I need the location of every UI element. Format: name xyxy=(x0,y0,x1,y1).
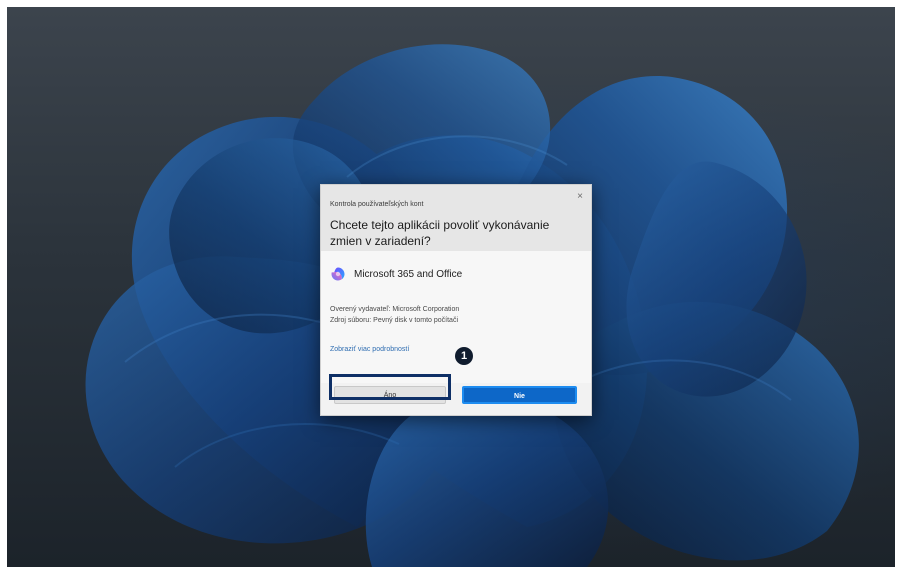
show-more-details-link[interactable]: Zobraziť viac podrobností xyxy=(330,346,409,353)
uac-dialog-title: Kontrola používateľských kont xyxy=(330,201,424,208)
no-button[interactable]: Nie xyxy=(462,386,577,404)
uac-button-bar: Áno Nie xyxy=(321,383,591,415)
yes-button[interactable]: Áno xyxy=(334,386,446,404)
desktop-screen: Kontrola používateľských kont × Chcete t… xyxy=(7,7,895,567)
file-source-text: Zdroj súboru: Pevný disk v tomto počítač… xyxy=(330,317,458,324)
step-number-badge: 1 xyxy=(455,347,473,365)
publisher-text: Overený vydavateľ: Microsoft Corporation xyxy=(330,306,460,313)
close-icon[interactable]: × xyxy=(574,191,586,203)
uac-dialog: Kontrola používateľských kont × Chcete t… xyxy=(320,184,592,416)
microsoft-365-icon xyxy=(331,267,345,281)
app-name: Microsoft 365 and Office xyxy=(354,268,463,280)
uac-body: Microsoft 365 and Office Overený vydavat… xyxy=(321,251,591,383)
uac-question-text: Chcete tejto aplikácii povoliť vykonávan… xyxy=(330,218,550,248)
uac-header: Kontrola používateľských kont × Chcete t… xyxy=(321,185,591,251)
app-info-row: Microsoft 365 and Office xyxy=(330,265,462,283)
